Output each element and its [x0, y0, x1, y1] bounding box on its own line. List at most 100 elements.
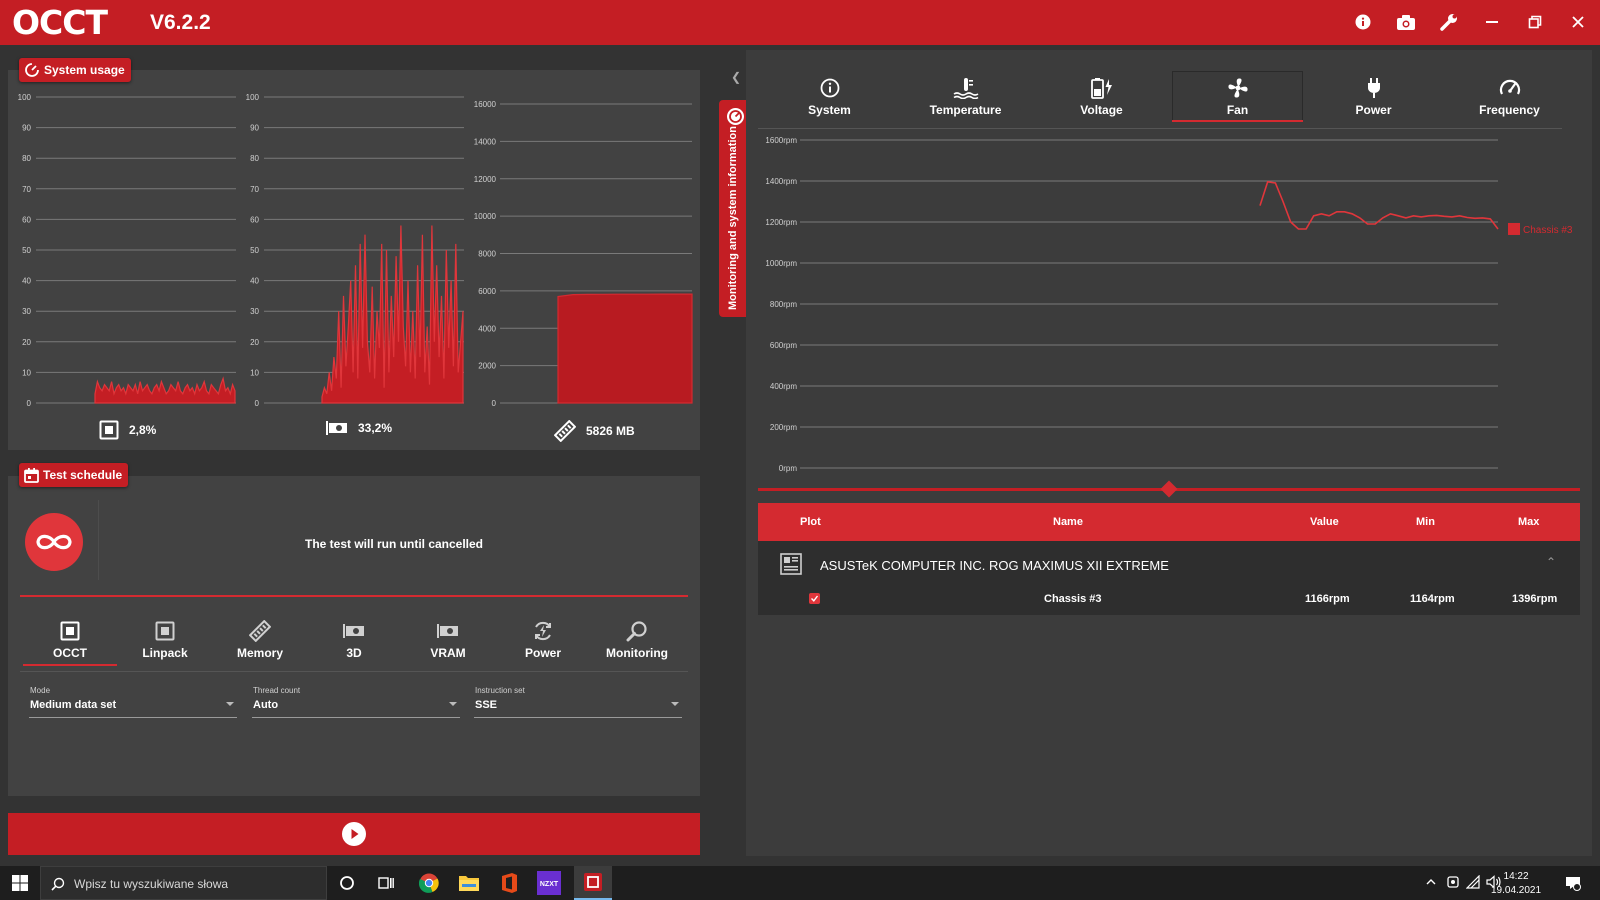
battery-icon [1090, 78, 1112, 99]
calendar-icon [24, 467, 39, 483]
column-value: Value [1310, 516, 1339, 528]
data-area [321, 225, 464, 404]
y-tick-label: 16000 [474, 100, 497, 109]
y-tick-label: 1400rpm [765, 177, 797, 186]
column-plot: Plot [800, 516, 821, 528]
play-icon [342, 822, 366, 846]
ram-usage-chart: 0 2000 4000 6000 8000 10000 12000 14000 16000 [474, 100, 693, 408]
tab-occt[interactable]: OCCT [23, 619, 117, 669]
chrome-app-icon[interactable] [417, 871, 441, 895]
thread-count-select[interactable]: Thread count Auto [252, 686, 460, 718]
restore-icon[interactable] [1523, 10, 1547, 34]
search-icon [626, 621, 647, 642]
tab-temperature[interactable]: Temperature [900, 72, 1031, 120]
series-legend-swatch [1508, 222, 1520, 235]
office-app-icon[interactable] [497, 871, 521, 895]
meet-now-icon[interactable] [1446, 875, 1460, 889]
memory-icon [554, 420, 576, 442]
device-group-row[interactable]: ASUSTeK COMPUTER INC. ROG MAXIMUS XII EX… [758, 541, 1580, 615]
tab-system[interactable]: System [764, 72, 895, 120]
gpu-usage-chart: 0 10 20 30 40 50 60 70 80 90 100 [246, 93, 464, 408]
tab-vram[interactable]: VRAM [401, 619, 495, 669]
network-icon[interactable] [1466, 875, 1480, 889]
taskbar-date: 19.04.2021 [1491, 885, 1542, 896]
series-label: Chassis #3 [1523, 225, 1573, 236]
y-tick-label: 20 [22, 338, 31, 347]
gpu-icon [343, 624, 364, 638]
y-tick-label: 0 [492, 399, 497, 408]
tab-fan[interactable]: Fan [1172, 72, 1303, 120]
nzxt-cam-app-icon[interactable]: NZXT [537, 871, 561, 895]
y-tick-label: 10 [250, 368, 259, 377]
instruction-set-select[interactable]: Instruction set SSE [474, 686, 682, 718]
sensor-value: 1166rpm [1305, 593, 1350, 605]
cpu-icon [99, 420, 119, 440]
tab-power-monitor[interactable]: Power [1308, 72, 1439, 120]
table-row: Chassis #3 1166rpm 1164rpm 1396rpm [758, 589, 1580, 613]
test-schedule-label: Test schedule [19, 463, 129, 487]
tab-temperature-label: Temperature [929, 103, 1002, 117]
tab-power[interactable]: Power [496, 619, 590, 669]
thread-count-label: Thread count [253, 686, 301, 695]
ram-readout: 5826 MB [554, 420, 635, 442]
task-view-icon[interactable] [378, 875, 394, 891]
collapse-arrow-icon[interactable]: ❮ [731, 70, 741, 84]
y-tick-label: 90 [250, 124, 259, 133]
cortana-icon[interactable] [339, 875, 355, 891]
y-tick-label: 100 [246, 93, 260, 102]
tab-power-label: Power [524, 646, 561, 660]
mode-select[interactable]: Mode Medium data set [29, 686, 237, 718]
gpu-icon [437, 624, 458, 638]
chevron-down-icon [226, 702, 234, 706]
wrench-icon[interactable] [1437, 10, 1461, 34]
camera-icon[interactable] [1394, 10, 1418, 34]
tab-voltage[interactable]: Voltage [1036, 72, 1167, 120]
taskbar-time: 14:22 [1503, 871, 1529, 882]
mode-value: Medium data set [30, 699, 117, 711]
y-tick-label: 800rpm [770, 300, 797, 309]
schedule-mode-button[interactable] [25, 513, 83, 571]
minimize-icon[interactable] [1480, 10, 1504, 34]
tab-linpack-label: Linpack [142, 646, 188, 660]
mode-label: Mode [30, 686, 51, 695]
occt-taskbar-button[interactable] [574, 866, 612, 900]
test-schedule-title: Test schedule [43, 468, 123, 482]
y-tick-label: 80 [250, 154, 259, 163]
y-tick-label: 20 [250, 338, 259, 347]
motherboard-icon [780, 553, 802, 575]
start-test-button[interactable] [8, 813, 700, 855]
file-explorer-app-icon[interactable] [457, 871, 481, 895]
plug-icon [1367, 78, 1380, 98]
tab-frequency[interactable]: Frequency [1444, 72, 1575, 120]
cpu-readout: 2,8% [99, 420, 156, 440]
device-name: ASUSTeK COMPUTER INC. ROG MAXIMUS XII EX… [820, 558, 1169, 573]
taskbar-search-placeholder: Wpisz tu wyszukiwane słowa [74, 877, 229, 891]
close-icon[interactable] [1566, 10, 1590, 34]
infinity-icon [36, 534, 72, 550]
tab-monitoring-label: Monitoring [606, 646, 668, 660]
tab-fan-label: Fan [1226, 103, 1249, 117]
active-monitor-tab-indicator [1172, 120, 1303, 122]
y-tick-label: 400rpm [770, 382, 797, 391]
tab-memory[interactable]: Memory [213, 619, 307, 669]
tab-linpack[interactable]: Linpack [118, 619, 212, 669]
y-tick-label: 60 [22, 215, 31, 224]
y-tick-label: 70 [250, 185, 259, 194]
info-icon[interactable] [1351, 10, 1375, 34]
taskbar-search-box[interactable]: Wpisz tu wyszukiwane słowa [40, 866, 327, 900]
tab-3d[interactable]: 3D [307, 619, 401, 669]
cpu-usage-chart: 0 10 20 30 40 50 60 70 80 90 100 [18, 93, 236, 408]
cpu-icon [60, 621, 80, 641]
plot-checkbox[interactable] [809, 593, 820, 604]
info-icon [820, 78, 839, 98]
schedule-message: The test will run until cancelled [304, 537, 484, 551]
tray-overflow-icon[interactable] [1425, 875, 1437, 889]
taskbar-clock[interactable]: 14:22 19.04.2021 [1491, 870, 1541, 898]
notifications-icon[interactable] [1565, 875, 1581, 891]
gpu-usage-graph: 0 10 20 30 40 50 60 70 80 90 100 [238, 90, 466, 410]
cpu-icon [155, 621, 175, 641]
y-tick-label: 30 [22, 307, 31, 316]
chevron-up-icon[interactable]: ⌃ [1546, 555, 1556, 569]
windows-start-icon[interactable] [12, 875, 28, 891]
tab-monitoring[interactable]: Monitoring [590, 619, 684, 669]
